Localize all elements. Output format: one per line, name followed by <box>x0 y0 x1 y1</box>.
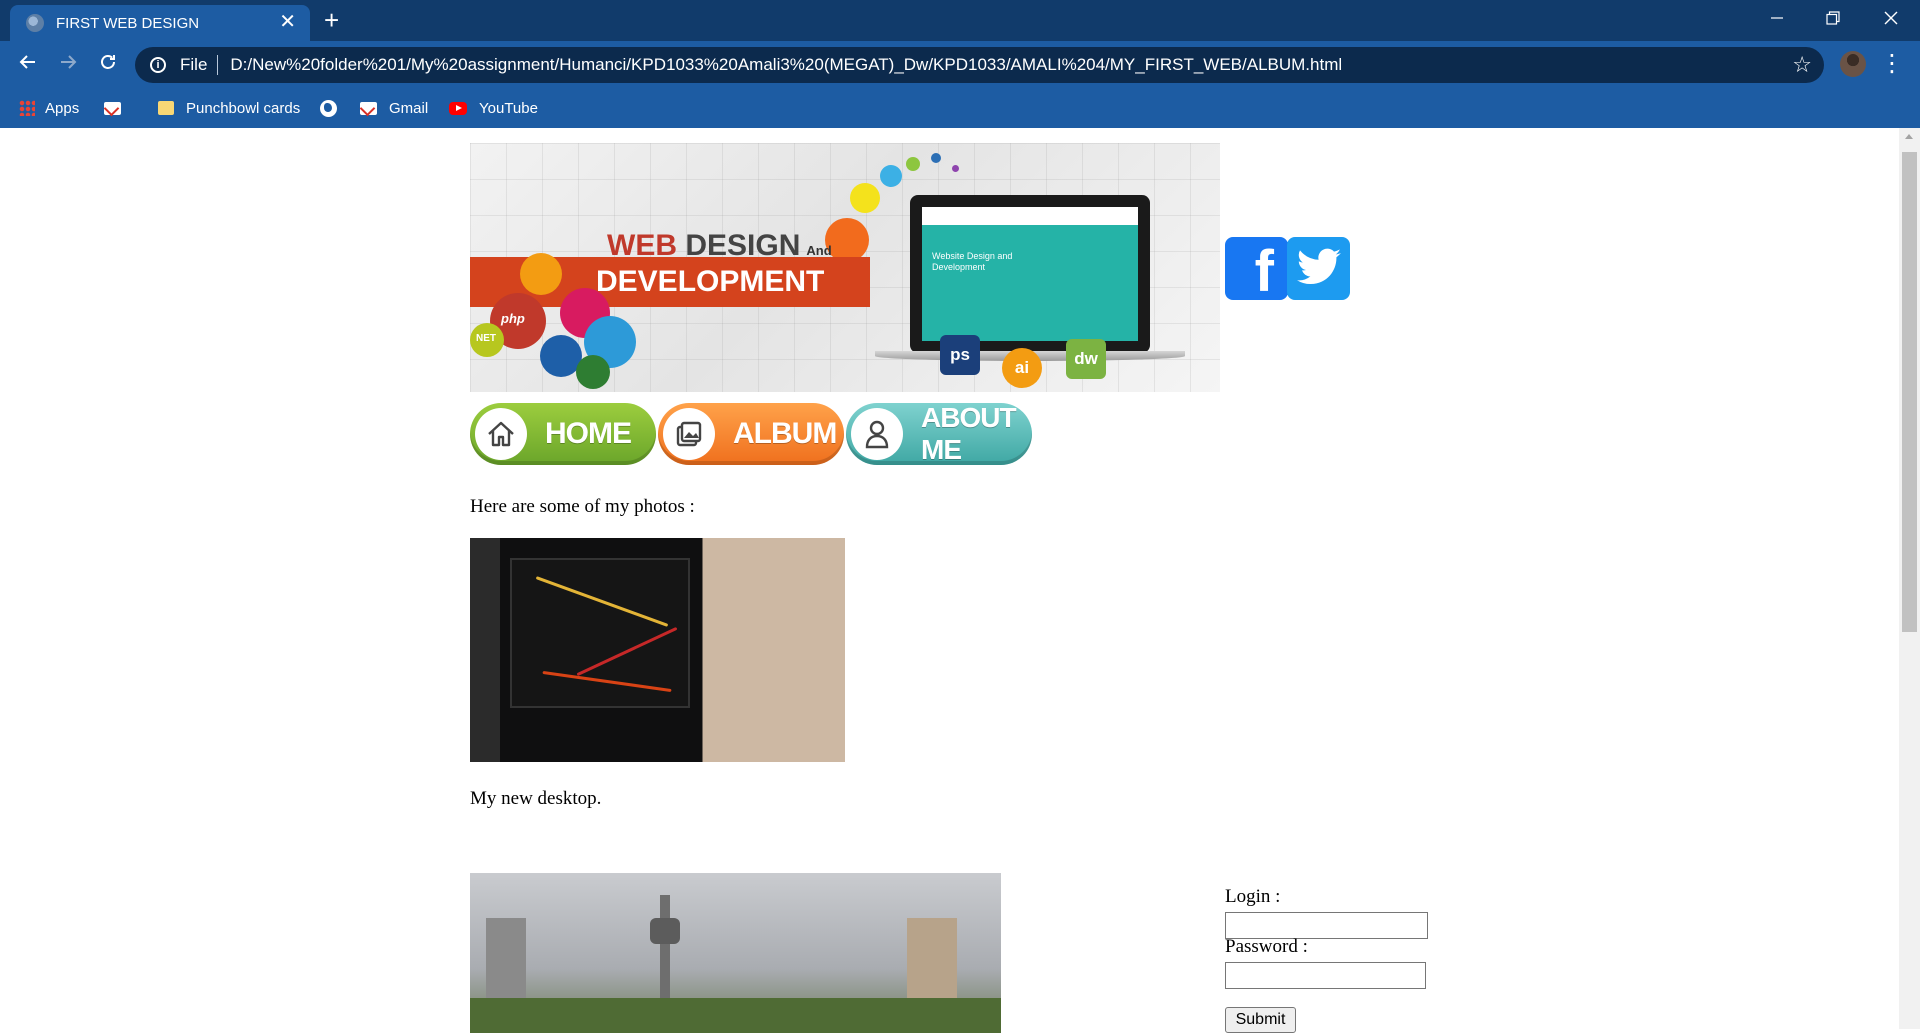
profile-avatar[interactable] <box>1840 51 1866 77</box>
bookmark-youtube[interactable]: YouTube <box>449 96 538 120</box>
facebook-icon: f <box>1254 239 1274 304</box>
new-tab-button[interactable]: + <box>324 6 339 34</box>
bookmark-label: Gmail <box>389 99 429 117</box>
back-button[interactable] <box>12 49 44 81</box>
bookmark-globe[interactable] <box>320 96 337 120</box>
decor-bubble <box>952 165 959 172</box>
forward-button[interactable] <box>52 49 84 81</box>
scroll-thumb[interactable] <box>1902 152 1917 632</box>
bookmark-punchbowl[interactable]: Punchbowl cards <box>158 96 300 120</box>
gmail-icon <box>360 101 377 115</box>
youtube-icon <box>449 101 467 115</box>
laptop-display: Website Design and Development <box>922 207 1138 341</box>
login-label: Login : <box>1225 886 1281 907</box>
bookmarks-bar: Apps Punchbowl cards Gmail YouTube <box>0 88 1920 128</box>
java-bubble <box>520 253 562 295</box>
close-window-button[interactable] <box>1871 4 1911 34</box>
pc-wire <box>542 670 672 693</box>
scroll-up-arrow-icon[interactable] <box>1905 134 1913 139</box>
address-bar[interactable]: i File D:/New%20folder%201/My%20assignme… <box>135 47 1824 83</box>
minimize-button[interactable] <box>1757 4 1797 34</box>
bookmark-label: Apps <box>45 99 80 117</box>
star-icon[interactable]: ☆ <box>1792 52 1812 78</box>
about-me-nav-button[interactable]: ABOUT ME <box>846 402 1032 465</box>
bookmark-label: Punchbowl cards <box>186 99 301 117</box>
login-input[interactable] <box>1225 912 1428 939</box>
gmail-icon <box>104 101 121 115</box>
bookmark-gmail-icon-only[interactable] <box>104 96 133 120</box>
password-input[interactable] <box>1225 962 1426 989</box>
browser-toolbar: i File D:/New%20folder%201/My%20assignme… <box>0 41 1920 88</box>
twitter-link[interactable] <box>1287 237 1350 300</box>
decor-bubble <box>931 153 941 163</box>
bookmark-label: YouTube <box>479 99 538 117</box>
pc-case-interior <box>510 558 690 708</box>
about-me-label: ABOUT ME <box>921 402 1017 465</box>
separator <box>217 55 219 75</box>
album-photos-icon <box>663 408 715 460</box>
laptop-display-text: Website Design and Development <box>932 251 1013 272</box>
intro-text: Here are some of my photos : <box>470 496 695 517</box>
illustrator-badge: ai <box>1002 348 1042 388</box>
vertical-scrollbar[interactable] <box>1899 128 1920 1029</box>
kl-tower-head <box>650 918 680 944</box>
restore-button[interactable] <box>1813 4 1853 34</box>
bookmark-apps[interactable]: Apps <box>19 96 79 120</box>
kuala-lumpur-city-photo <box>470 873 1001 1033</box>
decor-bubble <box>880 165 902 187</box>
net-label: NET <box>476 333 496 344</box>
dreamweaver-badge: dw <box>1066 339 1106 379</box>
arrow-left-icon <box>19 55 35 69</box>
password-label: Password : <box>1225 936 1308 957</box>
globe-icon <box>320 99 337 117</box>
title-bar: FIRST WEB DESIGN ✕ + <box>0 0 1920 41</box>
facebook-link[interactable]: f <box>1225 237 1288 304</box>
home-nav-button[interactable]: HOME <box>470 403 656 465</box>
php-label: php <box>501 311 525 326</box>
scheme-label: File <box>180 55 208 74</box>
album-label: ALBUM <box>733 417 837 450</box>
url-text[interactable]: D:/New%20folder%201/My%20assignment/Huma… <box>230 55 1342 75</box>
home-icon <box>475 408 527 460</box>
trees-silhouette <box>470 998 1001 1033</box>
reload-icon <box>101 55 115 69</box>
close-icon <box>1884 11 1898 25</box>
web-design-banner: WEB DESIGN And DEVELOPMENT php NET Websit… <box>470 143 1220 392</box>
globe-favicon-icon <box>26 14 44 32</box>
decor-bubble <box>850 183 880 213</box>
folder-icon <box>158 101 174 115</box>
desktop-pc-photo <box>470 538 845 762</box>
submit-button[interactable]: Submit <box>1225 1007 1296 1033</box>
tab-title: FIRST WEB DESIGN <box>56 14 200 32</box>
bookmark-gmail[interactable]: Gmail <box>360 96 428 120</box>
user-icon <box>851 408 903 460</box>
browser-tab[interactable]: FIRST WEB DESIGN ✕ <box>10 5 310 41</box>
photoshop-badge: ps <box>940 335 980 375</box>
pc-wire <box>576 626 678 677</box>
decor-bubble <box>906 157 920 171</box>
apps-grid-icon <box>19 100 35 116</box>
info-icon[interactable]: i <box>150 57 166 73</box>
album-nav-button[interactable]: ALBUM <box>658 403 844 465</box>
magento-bubble <box>576 355 610 389</box>
pc-wire <box>535 576 669 627</box>
arrow-right-icon <box>61 55 77 69</box>
kebab-menu-icon[interactable]: ⋮ <box>1880 49 1904 79</box>
twitter-bird-icon <box>1297 248 1341 285</box>
restore-icon <box>1826 11 1840 25</box>
laptop-screen: Website Design and Development <box>910 195 1150 353</box>
minimize-icon <box>1771 17 1783 19</box>
photo-caption: My new desktop. <box>470 788 602 809</box>
reload-button[interactable] <box>92 49 124 81</box>
close-tab-icon[interactable]: ✕ <box>279 12 296 32</box>
home-label: HOME <box>545 417 632 450</box>
web-page: WEB DESIGN And DEVELOPMENT php NET Websit… <box>0 128 1899 1033</box>
